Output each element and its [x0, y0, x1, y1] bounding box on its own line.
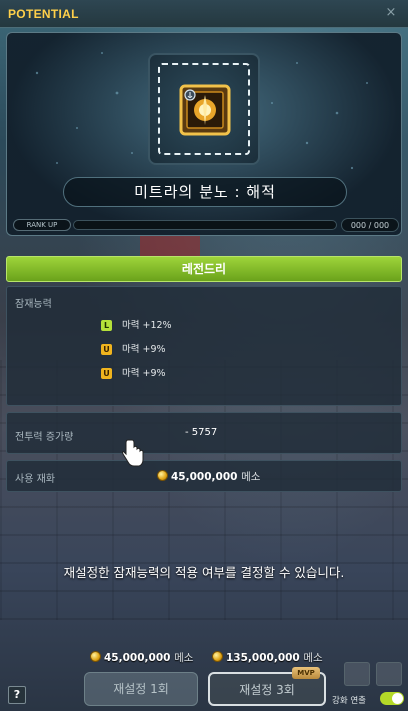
cost-label: 사용 재화 [15, 474, 55, 485]
potential-line-1: L 마력 +12% [101, 319, 172, 333]
emblem-icon [179, 84, 231, 136]
combat-power-value: - 5757 [185, 427, 218, 438]
potential-line-text: 마력 +12% [122, 320, 172, 331]
potential-header: 잠재능력 [15, 299, 52, 310]
legendary-badge-icon: L [101, 320, 112, 331]
side-slot-2 [376, 662, 402, 686]
meso-coin-icon [212, 651, 223, 662]
potential-panel: 잠재능력 L 마력 +12% U 마력 +9% U 마력 +9% [6, 286, 402, 406]
grade-banner: 레전드리 [6, 256, 402, 282]
reset-1-button[interactable]: 재설정 1회 [84, 672, 198, 706]
reset-1-unit: 메소 [174, 652, 194, 664]
reset-3-unit: 메소 [303, 652, 323, 664]
cost-unit: 메소 [241, 471, 261, 483]
meso-coin-icon [90, 651, 101, 662]
rankup-label: RANK UP [13, 219, 71, 231]
potential-line-text: 마력 +9% [122, 344, 166, 355]
potential-line-3: U 마력 +9% [101, 367, 166, 381]
unique-badge-icon: U [101, 344, 112, 355]
cost-value: 45,000,000 메소 [157, 469, 260, 484]
item-display-panel: 미트라의 분노 : 해적 RANK UP 000 / 000 [6, 32, 402, 236]
combat-power-panel: 전투력 증가량 - 5757 [6, 412, 402, 454]
help-button[interactable]: ? [8, 686, 26, 704]
title-bar: POTENTIAL × [0, 0, 408, 28]
potential-line-text: 마력 +9% [122, 368, 166, 379]
cost-panel: 사용 재화 45,000,000 메소 [6, 460, 402, 492]
potential-line-2: U 마력 +9% [101, 343, 166, 357]
info-message: 재설정한 잠재능력의 적용 여부를 결정할 수 있습니다. [63, 565, 345, 580]
item-frame [148, 53, 260, 165]
rankup-count: 000 / 000 [341, 218, 399, 232]
cost-amount: 45,000,000 [171, 471, 238, 483]
effect-toggle-label: 강화 연출 [332, 696, 366, 706]
combat-power-label: 전투력 증가량 [15, 432, 74, 443]
item-slot[interactable] [158, 63, 250, 155]
hand-cursor-icon [122, 439, 144, 467]
side-slot-1 [344, 662, 370, 686]
window-title: POTENTIAL [8, 7, 79, 21]
rankup-progress-bar [73, 220, 337, 230]
meso-coin-icon [157, 470, 168, 481]
unique-badge-icon: U [101, 368, 112, 379]
toggle-knob [392, 693, 403, 704]
mvp-badge: MVP [292, 667, 320, 679]
reset-3-cost: 135,000,000 메소 [212, 650, 323, 664]
item-name: 미트라의 분노 : 해적 [63, 177, 347, 207]
reset-3-amount: 135,000,000 [226, 652, 300, 664]
close-icon[interactable]: × [384, 6, 398, 20]
reset-1-amount: 45,000,000 [104, 652, 171, 664]
reset-1-cost: 45,000,000 메소 [90, 650, 193, 664]
effect-toggle[interactable] [380, 692, 404, 705]
